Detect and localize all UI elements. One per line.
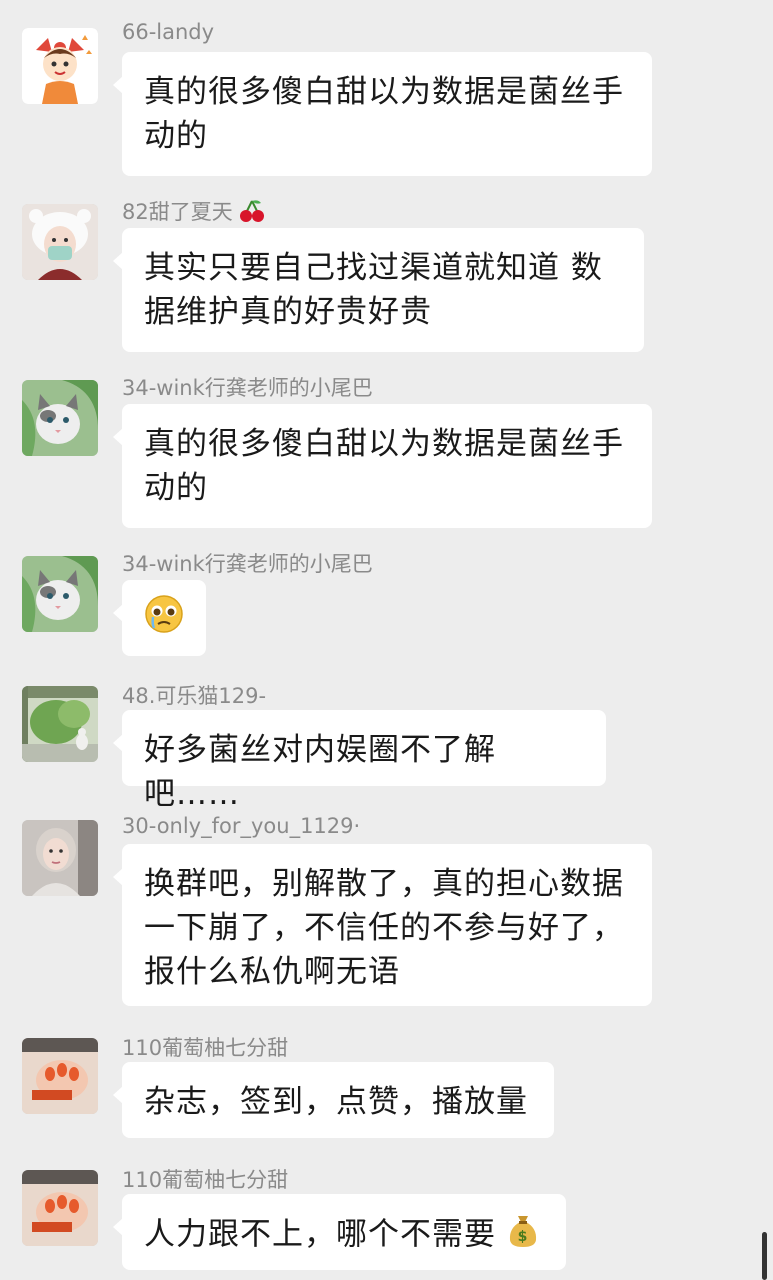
- message-bubble[interactable]: 换群吧，别解散了，真的担心数据一下崩了，不信任的不参与好了，报什么私仇啊无语: [113, 844, 652, 1006]
- message-bubble[interactable]: 真的很多傻白甜以为数据是菌丝手动的: [113, 404, 652, 528]
- sender-name-text: 82甜了夏天: [122, 200, 233, 224]
- sender-name: 34-wink行龚老师的小尾巴: [122, 552, 373, 576]
- message-text: 人力跟不上，哪个不需要: [144, 1216, 496, 1253]
- orange-nails-avatar[interactable]: [22, 1170, 98, 1246]
- pleading-tears-emoji: [144, 594, 184, 646]
- message-bubble[interactable]: 真的很多傻白甜以为数据是菌丝手动的: [113, 52, 652, 176]
- sender-name: 34-wink行龚老师的小尾巴: [122, 376, 373, 400]
- sender-name: 30-only_for_you_1129·: [122, 814, 361, 838]
- svg-text:$: $: [517, 1229, 528, 1245]
- message-bubble[interactable]: [113, 580, 206, 656]
- scrollbar[interactable]: [762, 1232, 767, 1280]
- cat-with-leaf-avatar[interactable]: [22, 556, 98, 632]
- orange-nails-avatar[interactable]: [22, 1038, 98, 1114]
- sender-name: 110葡萄柚七分甜: [122, 1036, 289, 1060]
- message-bubble[interactable]: 其实只要自己找过渠道就知道 数据维护真的好贵好贵: [113, 228, 644, 352]
- bear-hat-girl-avatar[interactable]: [22, 204, 98, 280]
- message-bubble[interactable]: 杂志，签到，点赞，播放量: [113, 1062, 554, 1138]
- sender-name: 82甜了夏天: [122, 196, 265, 228]
- message-bubble[interactable]: 好多菌丝对内娱圈不了解吧……: [113, 710, 606, 812]
- sender-name: 66-landy: [122, 20, 215, 44]
- girl-portrait-avatar[interactable]: [22, 820, 98, 896]
- sender-name: 48.可乐猫129-: [122, 684, 267, 708]
- cartoon-boy-avatar[interactable]: [22, 28, 98, 104]
- chat-window: 66-landy 真的很多傻白甜以为数据是菌丝手动的 82甜了夏天 其实只要自己…: [0, 0, 773, 1280]
- cat-with-leaf-avatar[interactable]: [22, 380, 98, 456]
- sender-name: 110葡萄柚七分甜: [122, 1168, 289, 1192]
- cherry-icon: [239, 199, 265, 228]
- cat-window-garden-avatar[interactable]: [22, 686, 98, 762]
- money-bag-emoji: $: [507, 1212, 539, 1260]
- message-bubble[interactable]: 人力跟不上，哪个不需要 $: [113, 1194, 566, 1270]
